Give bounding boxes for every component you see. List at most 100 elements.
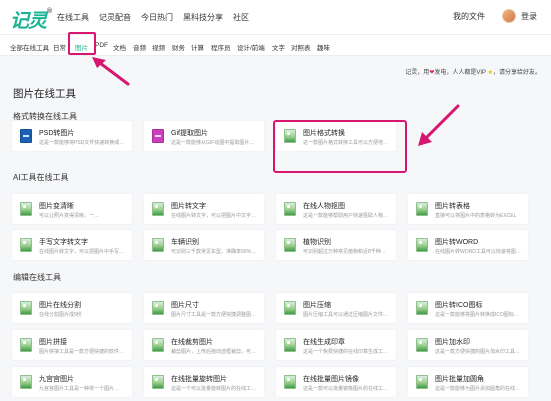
tool-card-name: 图片拼接 bbox=[39, 339, 67, 346]
nav-link-voiceover[interactable]: 记灵配音 bbox=[99, 12, 131, 23]
tool-card-desc: 这是一个可以批量旋转图片的在线工… bbox=[171, 386, 257, 392]
image-file-icon bbox=[416, 202, 428, 216]
tool-card[interactable]: 手写文字转文字在线图片转文字，可以把图片中手写… bbox=[12, 230, 132, 260]
image-file-icon bbox=[284, 375, 296, 389]
tool-card-desc: 图片尺寸工具是一款方便快捷调整图… bbox=[171, 312, 257, 318]
category-document[interactable]: 文档 bbox=[113, 42, 126, 52]
tool-card-name: 图片压缩 bbox=[303, 302, 331, 309]
tool-card[interactable]: 图片转WORD 在线图片转WORD工具可以快速将图… bbox=[408, 230, 528, 260]
tool-card[interactable]: 图片在线分割 在线分割图片成9份 bbox=[12, 293, 132, 323]
tool-card[interactable]: 在线批量旋转图片这是一个可以批量旋转图片的在线工… bbox=[144, 367, 264, 397]
tool-card-name: 图片尺寸 bbox=[171, 302, 199, 309]
vip-note-middle: 发电，人人都是VIP bbox=[434, 70, 486, 76]
category-calculate[interactable]: 计算 bbox=[191, 42, 204, 52]
tool-card-desc: 图片拼接工具是一款方便快捷的软件… bbox=[39, 349, 125, 355]
tool-card[interactable]: 图片加水印这是一款方便快捷的图片加水印工具… bbox=[408, 330, 528, 360]
tool-card[interactable]: 图片转文字 在线图片转文字，可以把图片中文字… bbox=[144, 194, 264, 224]
tool-card-name: Gif提取图片 bbox=[171, 130, 208, 137]
logo-text: 记灵 bbox=[10, 11, 47, 32]
category-text[interactable]: 文字 bbox=[272, 42, 285, 52]
tool-card-name: 九宫宫图片 bbox=[39, 376, 74, 383]
image-file-icon bbox=[284, 202, 296, 216]
image-file-icon bbox=[416, 238, 428, 252]
image-file-icon bbox=[416, 338, 428, 352]
tool-card-desc: 这是一款能够为图片添加圆角的在线… bbox=[435, 386, 521, 392]
tool-card[interactable]: 车辆识别可识别三千款常见车型，准确率90%… bbox=[144, 230, 264, 260]
tool-card[interactable]: 在线生成印章 这是一个免费快捷的在线印章生成工… bbox=[276, 330, 396, 360]
tool-card[interactable]: 图片转ICO图标 这是一款能够将图片转换成ICO图标… bbox=[408, 293, 528, 323]
category-programmer[interactable]: 程序员 bbox=[211, 42, 231, 52]
tool-card-name: 植物识别 bbox=[303, 239, 331, 246]
tool-card[interactable]: 图片拼接图片拼接工具是一款方便快捷的软件… bbox=[12, 330, 132, 360]
tool-card-desc: 这是一款能够将PSD文件快速转换成… bbox=[39, 140, 125, 146]
tool-card-desc: 图片压缩工具可以通过压缩图片文件… bbox=[303, 312, 389, 318]
image-file-icon bbox=[284, 301, 296, 315]
tool-card-name: 图片转WORD bbox=[435, 239, 479, 246]
category-audio[interactable]: 音频 bbox=[133, 42, 146, 52]
tool-card-name: 手写文字转文字 bbox=[39, 239, 88, 246]
nav-link-tech-share[interactable]: 黑科技分享 bbox=[183, 12, 223, 23]
tool-card-desc: 在线分割图片成9份 bbox=[39, 312, 82, 318]
tool-card[interactable]: 图片批量加圆角这是一款能够为图片添加圆角的在线… bbox=[408, 367, 528, 397]
tool-card-name: 在线批量图片镜像 bbox=[303, 376, 359, 383]
category-video[interactable]: 视频 bbox=[152, 42, 165, 52]
category-finance[interactable]: 财务 bbox=[172, 42, 185, 52]
section-title-ai: AI工具在线工具 bbox=[13, 173, 69, 182]
tool-card-name: 在线裁剪图片 bbox=[171, 339, 213, 346]
category-reference-table[interactable]: 对照表 bbox=[291, 42, 311, 52]
category-all[interactable]: 全部在线工具 bbox=[10, 42, 49, 52]
logo-registered-mark: ® bbox=[47, 8, 52, 15]
image-file-icon bbox=[20, 238, 32, 252]
tool-card-desc: 可以让照片变得清晰，一… bbox=[39, 213, 100, 219]
tool-card-name: 车辆识别 bbox=[171, 239, 199, 246]
tool-card[interactable]: 在线批量图片镜像 这是一款可以批量镜像图片的在线工… bbox=[276, 367, 396, 397]
tool-card[interactable]: PSD转图片 这是一款能够将PSD文件快速转换成… bbox=[12, 121, 132, 151]
page-title: 图片在线工具 bbox=[13, 88, 76, 100]
section-title-edit: 编辑在线工具 bbox=[13, 273, 61, 282]
nav-link-online-tools[interactable]: 在线工具 bbox=[57, 12, 89, 23]
category-daily[interactable]: 日常 bbox=[53, 42, 66, 52]
nav-link-today-hot[interactable]: 今日热门 bbox=[141, 12, 173, 23]
image-file-icon bbox=[20, 301, 32, 315]
tool-card-name: 图片在线分割 bbox=[39, 302, 81, 309]
avatar[interactable] bbox=[502, 9, 516, 23]
site-logo[interactable]: 记灵® bbox=[10, 6, 52, 33]
tool-card[interactable]: 图片尺寸图片尺寸工具是一款方便快捷调整图… bbox=[144, 293, 264, 323]
tool-card[interactable]: 图片转表格 直接可以将图片中的表格转为EXCEL bbox=[408, 194, 528, 224]
psd-file-icon bbox=[20, 129, 32, 143]
tool-card[interactable]: 植物识别可识别超过万种常见植物和近8千种… bbox=[276, 230, 396, 260]
tool-card-desc: 在线图片转文字，可以把图片中手写… bbox=[39, 249, 125, 255]
nav-link-community[interactable]: 社区 bbox=[233, 12, 249, 23]
tool-card[interactable]: Gif提取图片 这是一款能够从GIF动图中提取图片的… bbox=[144, 121, 264, 151]
category-design-frontend[interactable]: 设计/前端 bbox=[237, 42, 265, 52]
tool-card-desc: 可识别超过万种常见植物和近8千种… bbox=[303, 249, 386, 255]
category-pdf[interactable]: PDF bbox=[95, 42, 108, 49]
gif-file-icon bbox=[152, 129, 164, 143]
tool-card-name: 在线人物抠图 bbox=[303, 203, 345, 210]
login-link[interactable]: 登录 bbox=[521, 11, 537, 22]
tool-card-name: 在线生成印章 bbox=[303, 339, 345, 346]
tool-card[interactable]: 九宫宫图片 九宫宫图片工具是一种将一个图片… bbox=[12, 367, 132, 397]
tool-card[interactable]: 图片压缩图片压缩工具可以通过压缩图片文件… bbox=[276, 293, 396, 323]
image-file-icon bbox=[416, 375, 428, 389]
tool-card-desc: 在线图片转WORD工具可以快速将图… bbox=[435, 249, 521, 255]
tool-card-name: 图片批量加圆角 bbox=[435, 376, 484, 383]
category-image-highlight bbox=[68, 32, 96, 55]
tool-card[interactable]: 在线裁剪图片 裁剪图片，上传后拖动选框裁剪，可… bbox=[144, 330, 264, 360]
tool-card-name: 在线批量旋转图片 bbox=[171, 376, 227, 383]
category-fun[interactable]: 趣味 bbox=[317, 42, 330, 52]
image-file-icon bbox=[20, 338, 32, 352]
tool-card-desc: 这是一款能够将图片转换成ICO图标… bbox=[435, 312, 519, 318]
tool-card-desc: 在线图片转文字，可以把图片中文字… bbox=[171, 213, 257, 219]
tool-card-desc: 可识别三千款常见车型，准确率90%… bbox=[171, 249, 257, 255]
image-file-icon bbox=[152, 375, 164, 389]
tool-card[interactable]: 在线人物抠图 这是一款能够帮助用户快速抠取人物… bbox=[276, 194, 396, 224]
tool-card[interactable]: 图片变清晰 可以让照片变得清晰，一… bbox=[12, 194, 132, 224]
image-file-icon bbox=[152, 338, 164, 352]
tool-card-name: 图片加水印 bbox=[435, 339, 470, 346]
tool-card-desc: 这是一款方便快捷的图片加水印工具… bbox=[435, 349, 521, 355]
top-navbar: 记灵® 在线工具 记灵配音 今日热门 黑科技分享 社区 我的文件 登录 bbox=[0, 0, 551, 34]
vip-note: 记灵，用❤发电，人人都是VIP ★，请分享给好友。 bbox=[405, 67, 541, 76]
my-files-link[interactable]: 我的文件 bbox=[453, 11, 485, 22]
image-file-icon bbox=[152, 301, 164, 315]
